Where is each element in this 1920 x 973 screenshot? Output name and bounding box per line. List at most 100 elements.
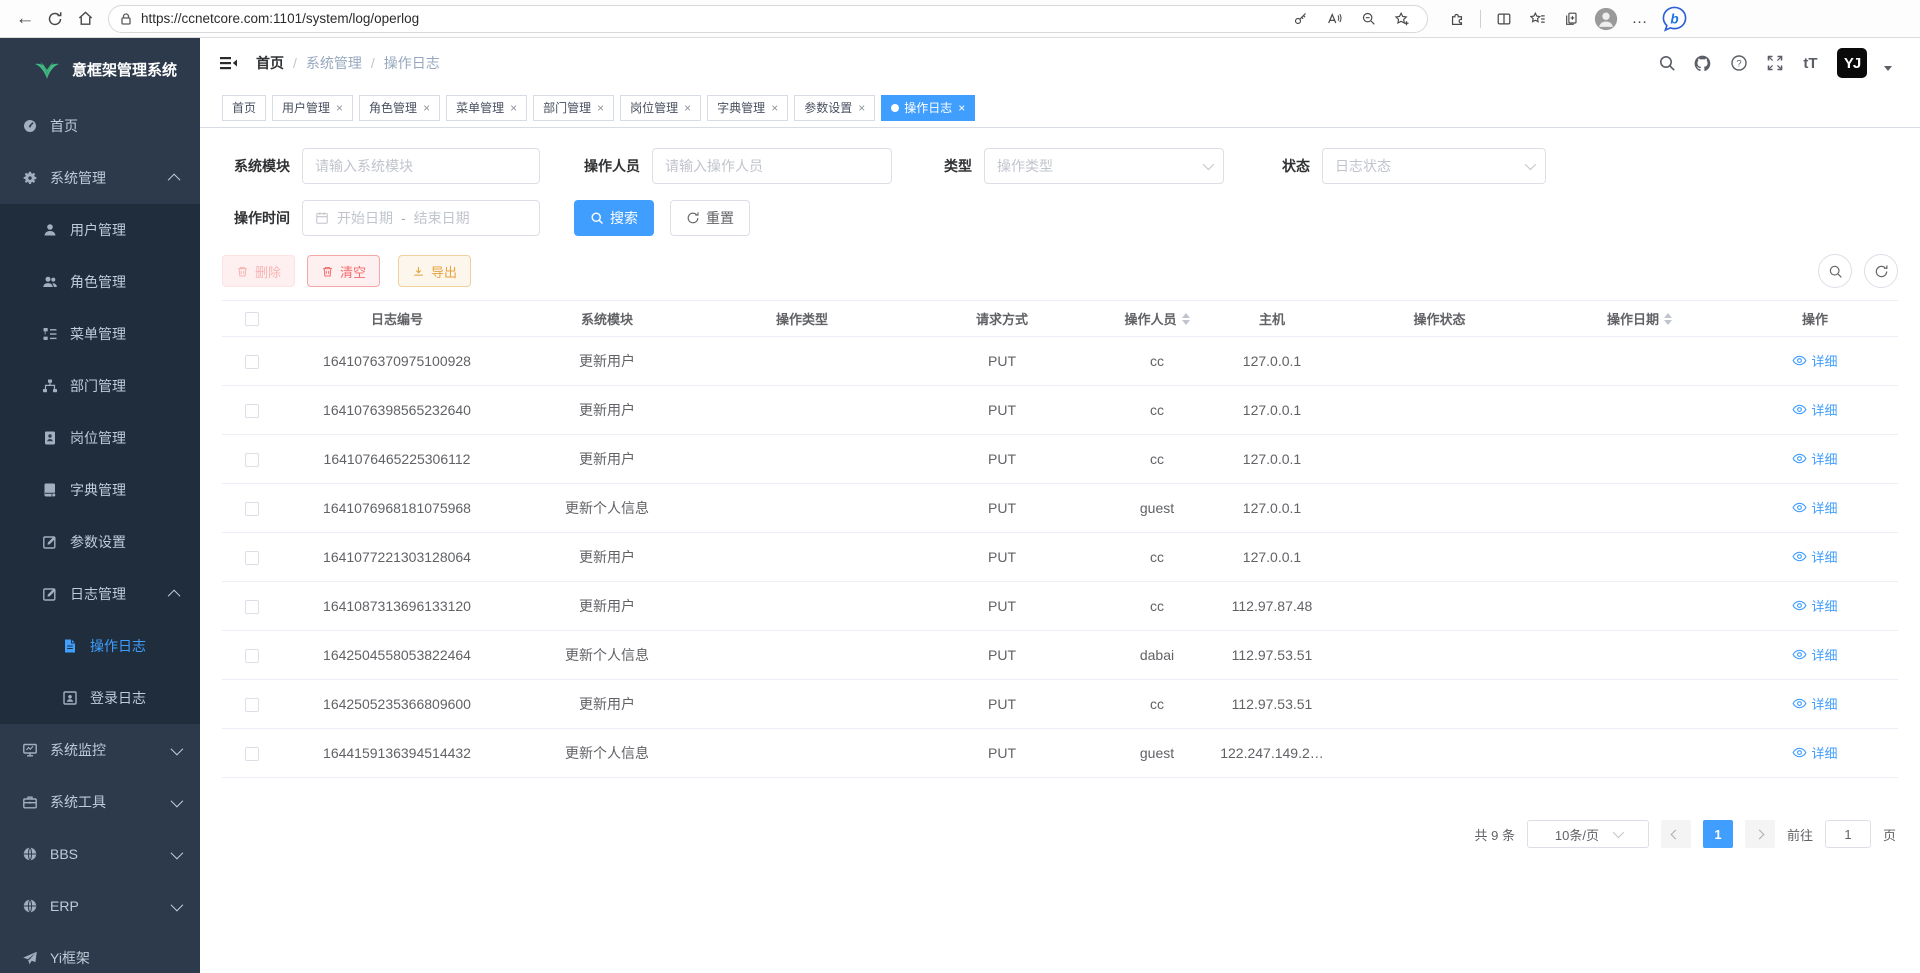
bing-chat-icon[interactable]: b [1659, 4, 1689, 34]
sidebar-item-操作日志[interactable]: 操作日志 [0, 620, 200, 672]
row-checkbox[interactable] [245, 600, 259, 614]
goto-page-input[interactable] [1825, 820, 1871, 848]
browser-home-icon[interactable] [70, 4, 100, 34]
row-checkbox[interactable] [245, 551, 259, 565]
sidebar-item-部门管理[interactable]: 部门管理 [0, 360, 200, 412]
font-size-icon[interactable]: tT [1801, 54, 1820, 73]
sidebar-item-首页[interactable]: 首页 [0, 100, 200, 152]
date-range-input[interactable]: 开始日期 - 结束日期 [302, 200, 540, 236]
github-icon[interactable] [1693, 54, 1712, 73]
page-number-button[interactable]: 1 [1703, 820, 1733, 848]
tab-岗位管理[interactable]: 岗位管理× [620, 95, 701, 121]
row-checkbox[interactable] [245, 453, 259, 467]
row-checkbox[interactable] [245, 355, 259, 369]
detail-link[interactable]: 详细 [1792, 449, 1837, 468]
sidebar-item-用户管理[interactable]: 用户管理 [0, 204, 200, 256]
tab-操作日志[interactable]: 操作日志× [881, 95, 975, 121]
tab-首页[interactable]: 首页 [222, 95, 266, 121]
sort-caret-icon[interactable] [1664, 313, 1672, 325]
browser-refresh-icon[interactable] [40, 4, 70, 34]
sidebar-item-岗位管理[interactable]: 岗位管理 [0, 412, 200, 464]
tab-角色管理[interactable]: 角色管理× [359, 95, 440, 121]
sidebar-item-登录日志[interactable]: 登录日志 [0, 672, 200, 724]
fullscreen-icon[interactable] [1765, 54, 1784, 73]
sidebar-item-字典管理[interactable]: 字典管理 [0, 464, 200, 516]
add-favorite-icon[interactable] [1387, 4, 1417, 34]
more-menu-icon[interactable]: … [1625, 4, 1655, 34]
delete-button[interactable]: 删除 [222, 255, 295, 287]
read-aloud-icon[interactable] [1319, 4, 1349, 34]
sidebar-item-日志管理[interactable]: 日志管理 [0, 568, 200, 620]
chevron-down-icon[interactable] [1884, 66, 1892, 71]
close-icon[interactable]: × [423, 101, 430, 115]
sidebar-item-BBS[interactable]: BBS [0, 828, 200, 880]
sidebar-item-系统工具[interactable]: 系统工具 [0, 776, 200, 828]
module-input[interactable]: 请输入系统模块 [302, 148, 540, 184]
sidebar-item-角色管理[interactable]: 角色管理 [0, 256, 200, 308]
breadcrumb-system[interactable]: 系统管理 [306, 53, 362, 73]
select-all-checkbox[interactable] [245, 312, 259, 326]
close-icon[interactable]: × [597, 101, 604, 115]
favorites-icon[interactable] [1523, 4, 1553, 34]
zoom-out-icon[interactable] [1353, 4, 1383, 34]
sidebar-item-参数设置[interactable]: 参数设置 [0, 516, 200, 568]
detail-link[interactable]: 详细 [1792, 400, 1837, 419]
sidebar-item-系统管理[interactable]: 系统管理 [0, 152, 200, 204]
close-icon[interactable]: × [336, 101, 343, 115]
sidebar-item-菜单管理[interactable]: 菜单管理 [0, 308, 200, 360]
detail-link[interactable]: 详细 [1792, 694, 1837, 713]
export-button[interactable]: 导出 [398, 255, 471, 287]
tab-参数设置[interactable]: 参数设置× [794, 95, 875, 121]
extensions-icon[interactable] [1442, 4, 1472, 34]
row-checkbox[interactable] [245, 698, 259, 712]
detail-link[interactable]: 详细 [1792, 596, 1837, 615]
row-checkbox[interactable] [245, 502, 259, 516]
help-icon[interactable]: ? [1729, 54, 1748, 73]
tab-部门管理[interactable]: 部门管理× [533, 95, 614, 121]
row-checkbox[interactable] [245, 649, 259, 663]
detail-link[interactable]: 详细 [1792, 743, 1837, 762]
search-button[interactable]: 搜索 [574, 200, 654, 236]
close-icon[interactable]: × [510, 101, 517, 115]
tab-字典管理[interactable]: 字典管理× [707, 95, 788, 121]
sort-caret-icon[interactable] [1182, 313, 1190, 325]
user-avatar[interactable]: YJ [1837, 48, 1867, 78]
address-bar[interactable]: https://ccnetcore.com:1101/system/log/op… [108, 5, 1428, 33]
browser-back-icon[interactable]: ← [10, 4, 40, 34]
close-icon[interactable]: × [858, 101, 865, 115]
type-select[interactable]: 操作类型 [984, 148, 1224, 184]
next-page-button[interactable] [1745, 820, 1775, 848]
tab-用户管理[interactable]: 用户管理× [272, 95, 353, 121]
reset-button[interactable]: 重置 [670, 200, 750, 236]
close-icon[interactable]: × [771, 101, 778, 115]
detail-link[interactable]: 详细 [1792, 351, 1837, 370]
sidebar-item-Yi框架[interactable]: Yi框架 [0, 932, 200, 973]
sidebar-item-系统监控[interactable]: 系统监控 [0, 724, 200, 776]
prev-page-button[interactable] [1661, 820, 1691, 848]
status-select[interactable]: 日志状态 [1322, 148, 1546, 184]
sidebar-item-ERP[interactable]: ERP [0, 880, 200, 932]
clear-button[interactable]: 清空 [307, 255, 380, 287]
menu-fold-icon[interactable] [218, 52, 240, 74]
close-icon[interactable]: × [958, 101, 965, 115]
password-key-icon[interactable] [1285, 4, 1315, 34]
column-header-操作日期[interactable]: 操作日期 [1547, 301, 1732, 337]
page-size-select[interactable]: 10条/页 [1527, 820, 1649, 848]
url-text[interactable]: https://ccnetcore.com:1101/system/log/op… [141, 11, 1285, 26]
detail-link[interactable]: 详细 [1792, 498, 1837, 517]
tab-菜单管理[interactable]: 菜单管理× [446, 95, 527, 121]
collections-icon[interactable] [1557, 4, 1587, 34]
split-screen-icon[interactable] [1489, 4, 1519, 34]
operator-input[interactable]: 请输入操作人员 [652, 148, 892, 184]
close-icon[interactable]: × [684, 101, 691, 115]
row-checkbox[interactable] [245, 404, 259, 418]
breadcrumb-home[interactable]: 首页 [256, 53, 284, 73]
profile-avatar[interactable] [1591, 4, 1621, 34]
detail-link[interactable]: 详细 [1792, 645, 1837, 664]
search-icon[interactable] [1657, 54, 1676, 73]
column-header-操作人员[interactable]: 操作人员 [1102, 301, 1212, 337]
toggle-search-button[interactable] [1818, 254, 1852, 288]
refresh-table-button[interactable] [1864, 254, 1898, 288]
row-checkbox[interactable] [245, 747, 259, 761]
detail-link[interactable]: 详细 [1792, 547, 1837, 566]
